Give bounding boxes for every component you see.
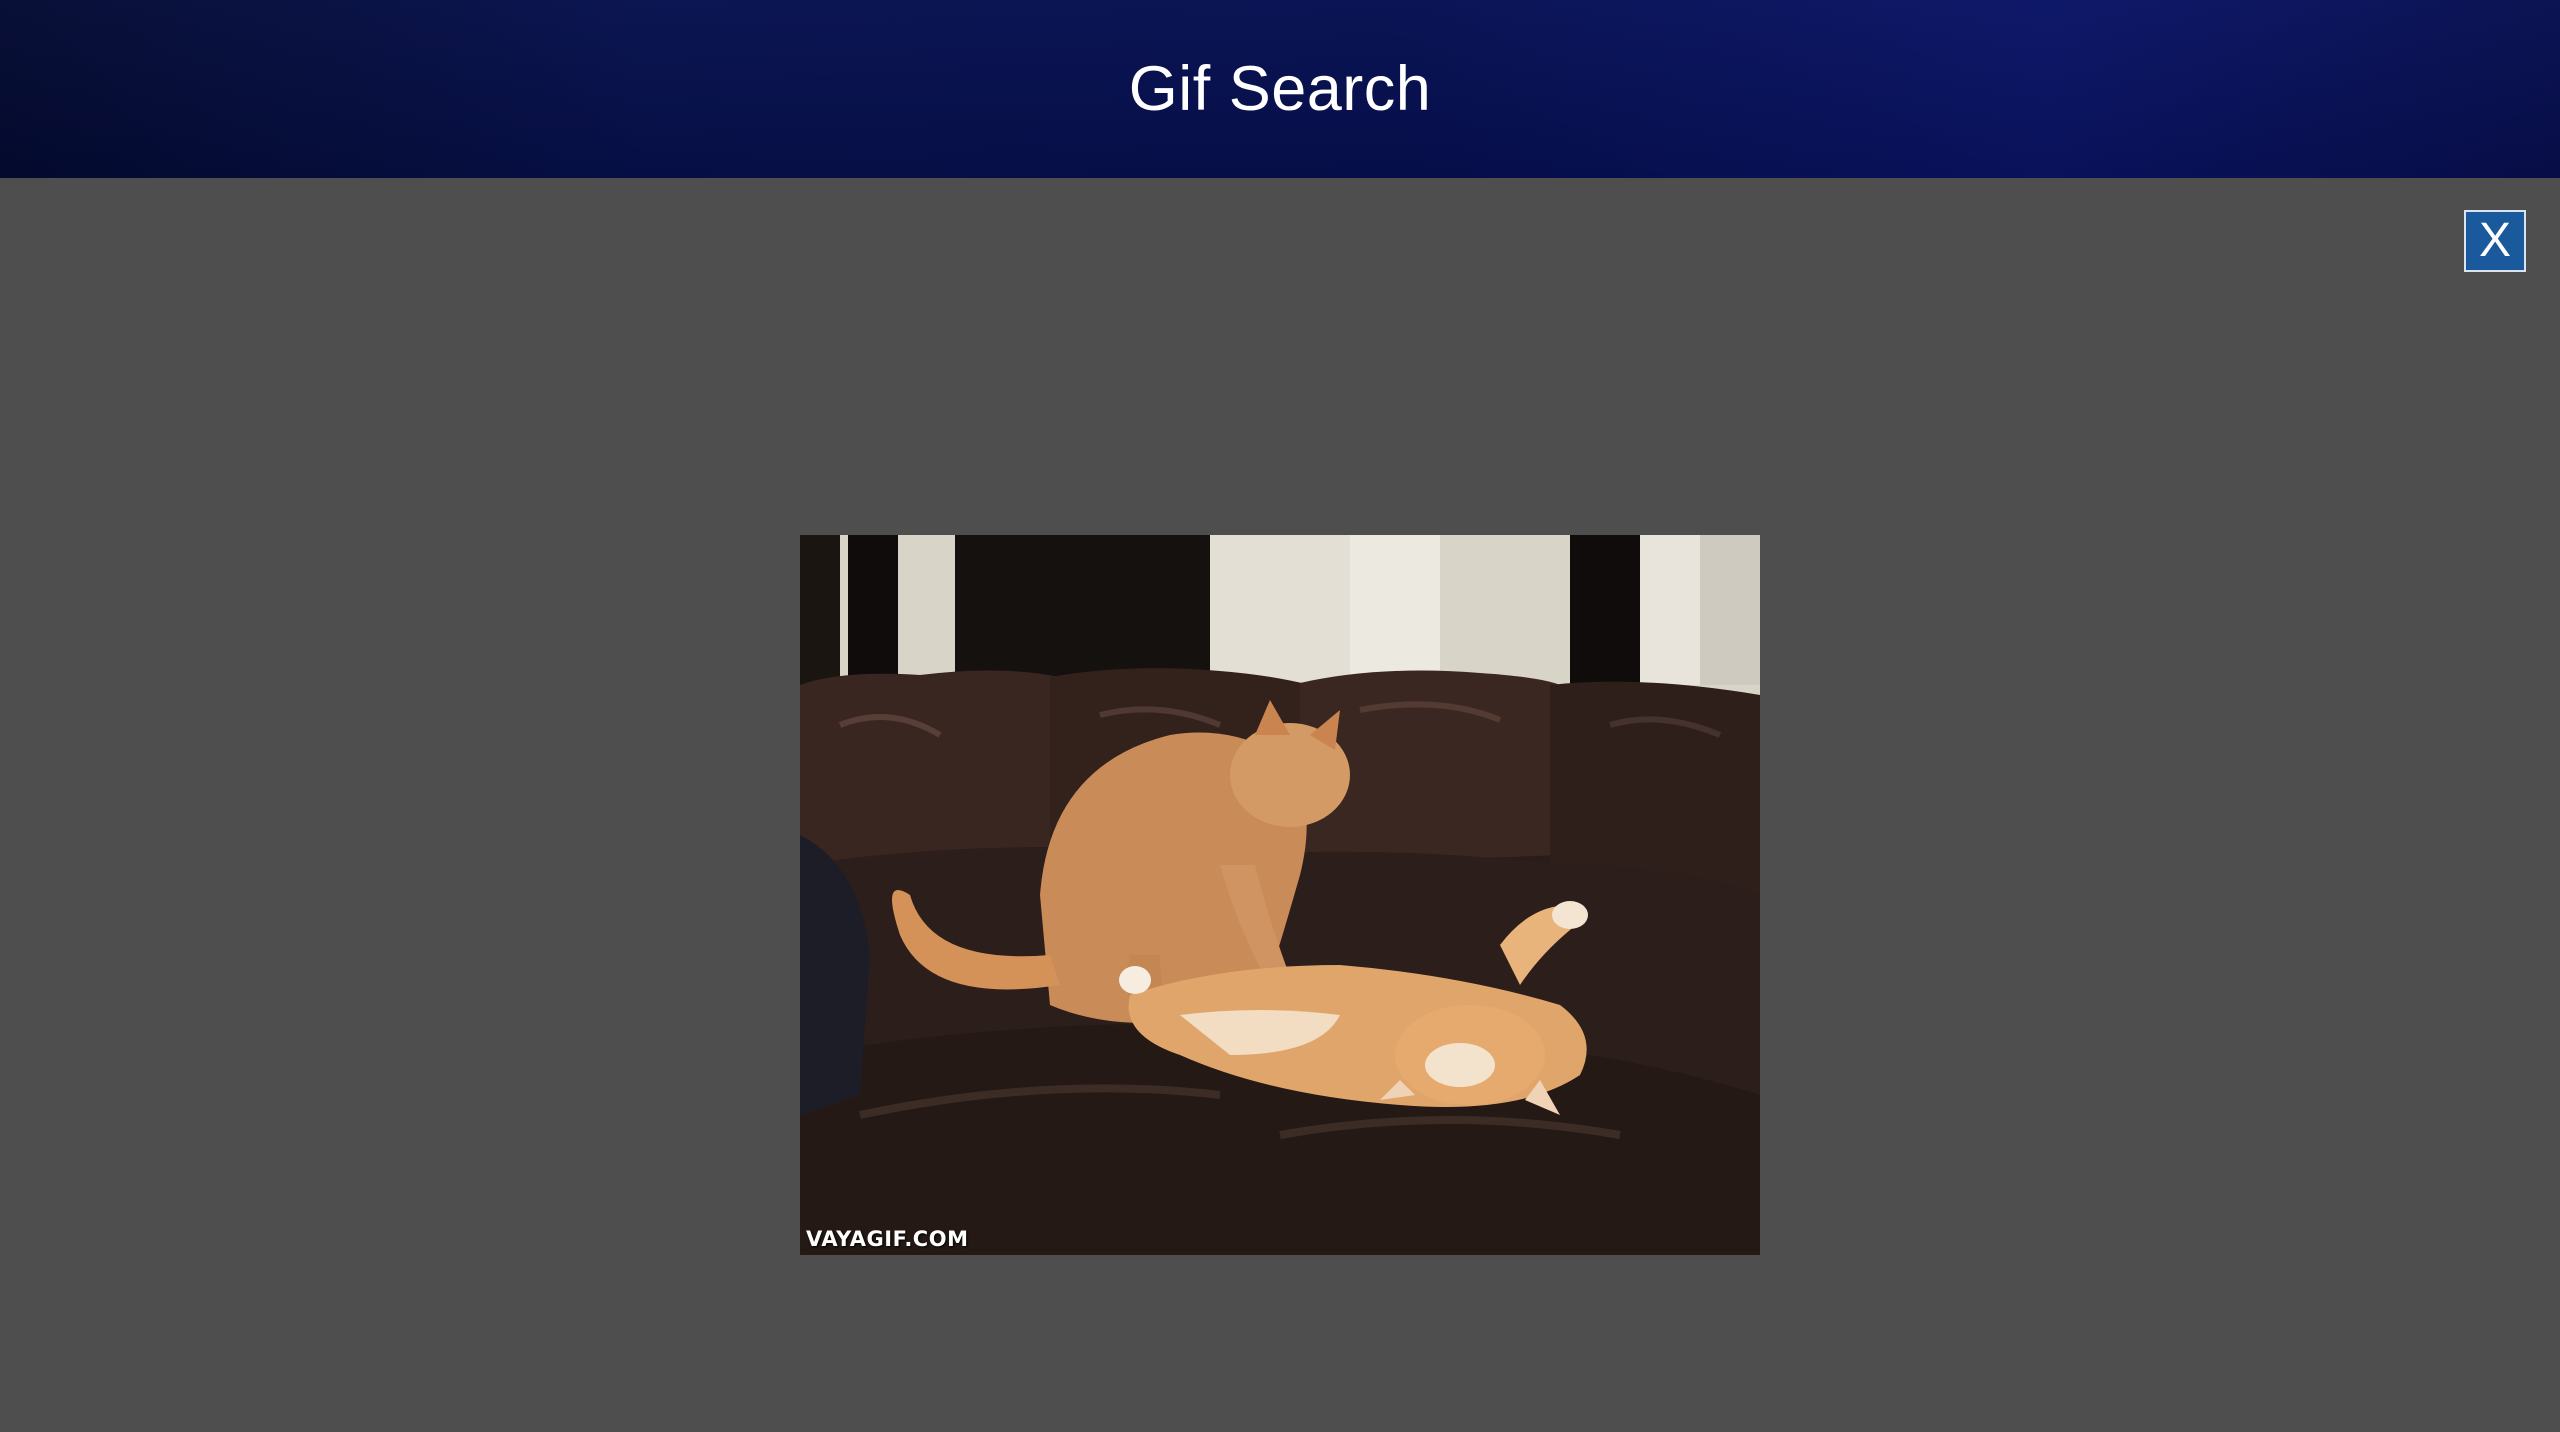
gif-watermark: VAYAGIF.COM — [806, 1227, 969, 1251]
app-header: Gif Search — [0, 0, 2560, 178]
gif-image: VAYAGIF.COM — [800, 535, 1760, 1255]
page-title: Gif Search — [1128, 54, 1432, 124]
close-button[interactable]: X — [2464, 210, 2526, 272]
gif-illustration — [800, 535, 1760, 1255]
